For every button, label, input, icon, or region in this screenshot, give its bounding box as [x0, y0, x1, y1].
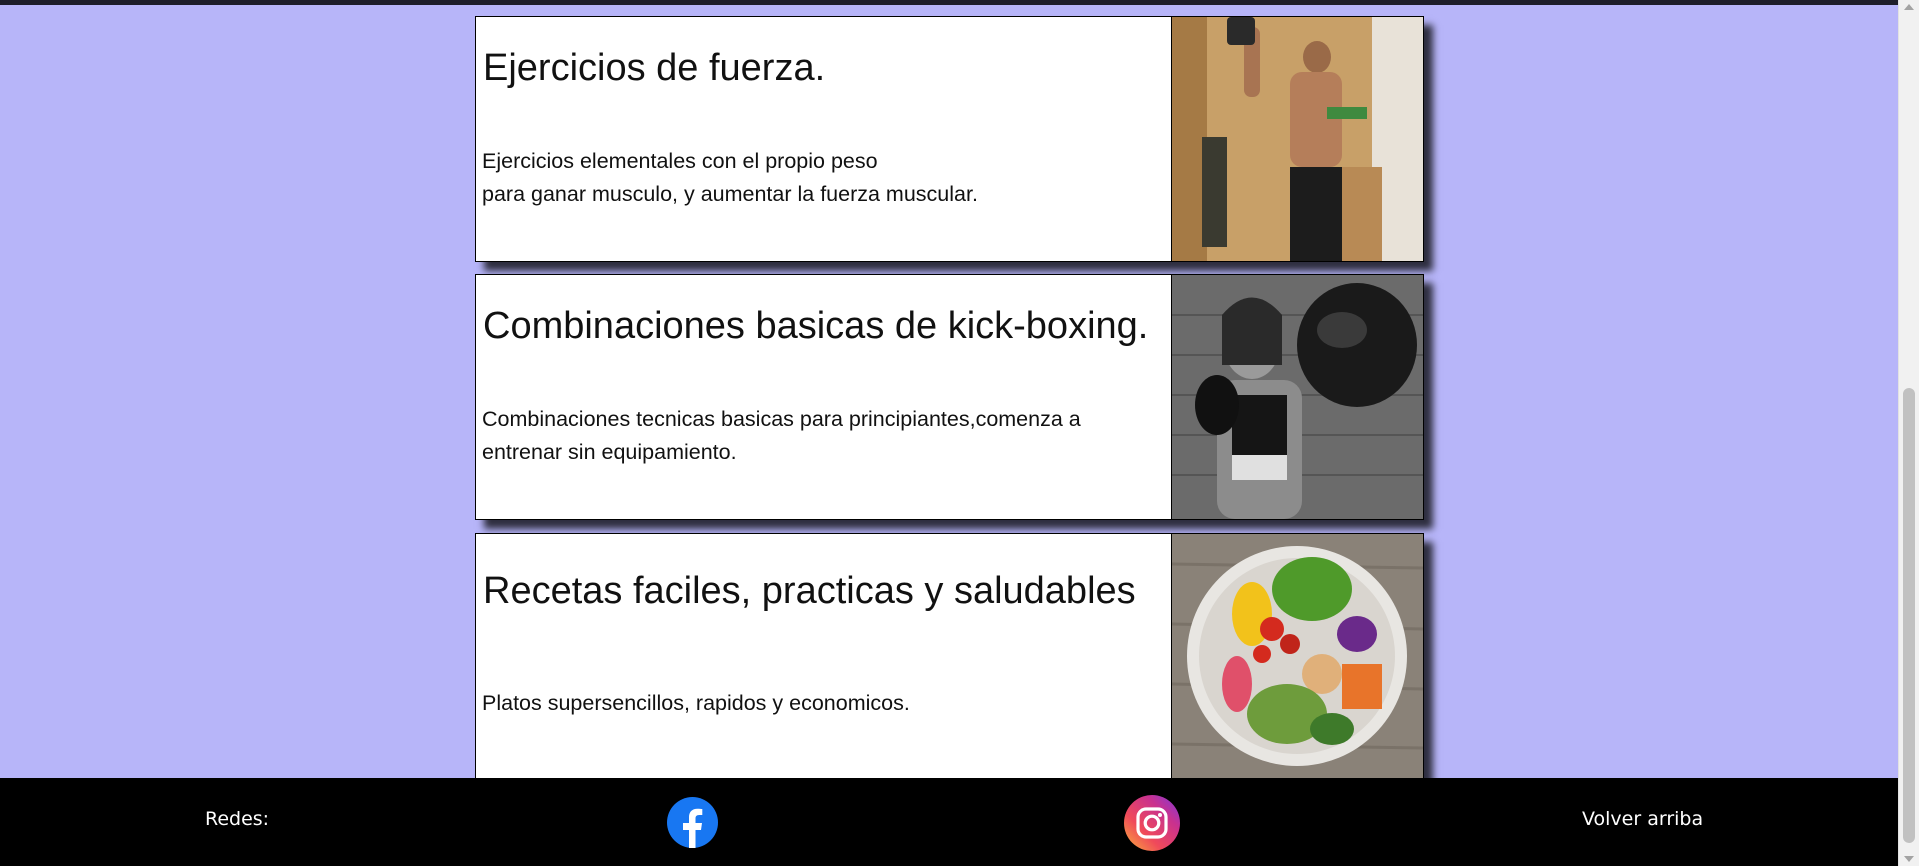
card-strength[interactable]: Ejercicios de fuerza. Ejercicios element… — [475, 16, 1424, 262]
footer: Redes: Volver arriba — [0, 778, 1899, 866]
scrollbar-thumb[interactable] — [1903, 388, 1915, 843]
scroll-down-icon[interactable] — [1904, 856, 1914, 862]
card-description: Combinaciones tecnicas basicas para prin… — [482, 407, 1081, 464]
healthy-food-image — [1171, 534, 1423, 778]
kickboxing-image — [1171, 275, 1423, 519]
card-description: Ejercicios elementales con el propio pes… — [482, 145, 1142, 211]
footer-label: Redes: — [205, 808, 270, 830]
scroll-up-icon[interactable] — [1904, 4, 1914, 10]
facebook-icon[interactable] — [667, 797, 718, 848]
instagram-icon[interactable] — [1124, 795, 1180, 851]
card-recipes[interactable]: Recetas faciles, practicas y saludables … — [475, 533, 1424, 779]
card-kickboxing[interactable]: Combinaciones basicas de kick-boxing. Co… — [475, 274, 1424, 520]
vertical-scrollbar[interactable] — [1898, 0, 1919, 866]
card-title: Ejercicios de fuerza. — [483, 47, 826, 89]
strength-training-image — [1171, 17, 1423, 261]
card-title: Recetas faciles, practicas y saludables — [483, 570, 1136, 612]
back-to-top-link[interactable]: Volver arriba — [1582, 808, 1703, 830]
top-bar — [0, 0, 1899, 5]
card-description-line: Ejercicios elementales con el propio pes… — [482, 149, 878, 173]
card-description-line: para ganar musculo, y aumentar la fuerza… — [482, 182, 978, 206]
card-description: Platos supersencillos, rapidos y economi… — [482, 691, 910, 715]
card-title: Combinaciones basicas de kick-boxing. — [483, 305, 1149, 347]
